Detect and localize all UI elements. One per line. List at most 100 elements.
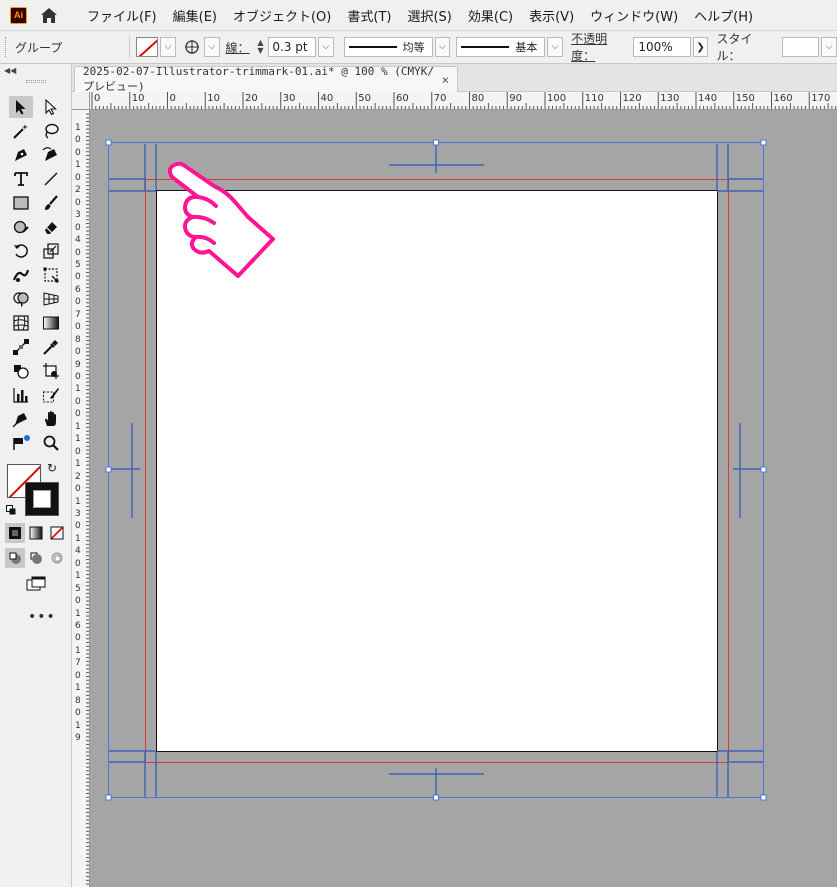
stroke-weight-spinner[interactable]: ▲ ▼ xyxy=(254,37,268,57)
menu-file[interactable]: ファイル(F) xyxy=(79,6,165,25)
collapse-panel-icon[interactable]: ◀◀ xyxy=(4,66,16,75)
ruler-h-label: 110 xyxy=(584,93,604,104)
stroke-weight-dropdown-icon[interactable]: ⌵ xyxy=(317,37,334,57)
brush-dropdown-icon[interactable]: ⌵ xyxy=(547,37,564,57)
perspective-grid-tool-icon[interactable] xyxy=(39,288,63,310)
draw-behind-icon[interactable] xyxy=(26,548,46,568)
slice-tool-icon[interactable] xyxy=(39,384,63,406)
vertical-ruler[interactable]: 1001020304050607080901001101201301401501… xyxy=(72,110,90,887)
opacity-label[interactable]: 不透明度： xyxy=(571,30,630,64)
menu-window[interactable]: ウィンドウ(W) xyxy=(582,6,686,25)
handle-top-right[interactable] xyxy=(760,139,767,146)
none-mode-icon[interactable] xyxy=(47,523,67,543)
control-bar-grip[interactable] xyxy=(5,37,9,57)
type-tool-icon[interactable] xyxy=(9,168,33,190)
rectangle-tool-icon[interactable] xyxy=(9,192,33,214)
variable-width-profile-select[interactable]: 均等 xyxy=(343,37,433,57)
shaper-tool-icon[interactable] xyxy=(9,216,33,238)
panel-grip[interactable] xyxy=(26,80,46,83)
ruler-v-label: 3 xyxy=(75,210,81,221)
line-segment-tool-icon[interactable] xyxy=(39,168,63,190)
fill-dropdown-icon[interactable]: ⌵ xyxy=(160,37,176,57)
zoom-tool-icon[interactable] xyxy=(39,432,63,454)
ruler-v-label: 5 xyxy=(75,259,81,270)
symbol-sprayer-tool-icon[interactable] xyxy=(9,432,33,454)
ruler-h-label: 70 xyxy=(433,93,447,104)
stroke-weight-input[interactable]: 0.3 pt xyxy=(268,37,316,57)
handle-middle-right[interactable] xyxy=(760,466,767,473)
profile-dropdown-icon[interactable]: ⌵ xyxy=(434,37,451,57)
edit-toolbar-icon[interactable]: ••• xyxy=(28,609,56,625)
ruler-v-label: 7 xyxy=(75,309,81,320)
default-colors-icon[interactable] xyxy=(6,504,16,515)
menu-edit[interactable]: 編集(E) xyxy=(165,6,225,25)
stroke-dropdown-icon[interactable]: ⌵ xyxy=(203,37,220,57)
brush-label: 基本 xyxy=(515,41,538,54)
handle-middle-left[interactable] xyxy=(105,466,112,473)
gradient-tool-icon[interactable] xyxy=(39,312,63,334)
artboard-tool-icon[interactable] xyxy=(39,360,63,382)
mesh-tool-icon[interactable] xyxy=(9,312,33,334)
shape-builder-tool-icon[interactable] xyxy=(9,288,33,310)
graphic-style-swatch[interactable] xyxy=(781,37,820,57)
horizontal-ruler[interactable]: 0 10 0 10 20 30 40 50 60 70 80 90 100 110 120 130 140 150… xyxy=(90,92,837,110)
menu-help[interactable]: ヘルプ(H) xyxy=(686,6,761,25)
handle-bottom-left[interactable] xyxy=(105,794,112,801)
live-paint-bucket-icon[interactable] xyxy=(9,360,33,382)
stroke-swatch-icon[interactable] xyxy=(182,37,202,57)
swap-fill-stroke-icon[interactable]: ↻ xyxy=(47,461,57,475)
puppet-warp-tool-icon[interactable] xyxy=(9,408,33,430)
hand-tool-icon[interactable] xyxy=(39,408,63,430)
canvas-area[interactable] xyxy=(90,110,837,887)
handle-top-center[interactable] xyxy=(433,139,439,146)
gradient-mode-icon[interactable] xyxy=(26,523,46,543)
paintbrush-tool-icon[interactable] xyxy=(39,192,63,214)
close-tab-icon[interactable]: × xyxy=(442,73,449,87)
menu-view[interactable]: 表示(V) xyxy=(521,6,582,25)
lasso-tool-icon[interactable] xyxy=(39,120,63,142)
ruler-h-label: 100 xyxy=(547,93,567,104)
ruler-v-label: 0 xyxy=(75,521,81,532)
graph-tool-icon[interactable] xyxy=(9,384,33,406)
menu-type[interactable]: 書式(T) xyxy=(339,6,399,25)
handle-bottom-center[interactable] xyxy=(433,794,439,801)
curvature-tool-icon[interactable] xyxy=(39,144,63,166)
scale-tool-icon[interactable] xyxy=(39,240,63,262)
color-mode-icon[interactable] xyxy=(5,523,25,543)
menu-object[interactable]: オブジェクト(O) xyxy=(225,6,339,25)
style-dropdown-icon[interactable]: ⌵ xyxy=(821,37,837,57)
profile-line-preview xyxy=(348,46,397,48)
pen-tool-icon[interactable] xyxy=(9,144,33,166)
ruler-origin[interactable] xyxy=(72,92,90,110)
ruler-h-label: 10 xyxy=(207,93,220,104)
ruler-v-label: 1 xyxy=(75,123,81,133)
draw-inside-icon[interactable] xyxy=(47,548,67,568)
magic-wand-tool-icon[interactable] xyxy=(9,120,33,142)
eyedropper-tool-icon[interactable] xyxy=(39,336,63,358)
handle-bottom-right[interactable] xyxy=(760,794,767,801)
eraser-tool-icon[interactable] xyxy=(39,216,63,238)
blend-tool-icon[interactable] xyxy=(9,336,33,358)
opacity-arrow-icon[interactable]: ❯ xyxy=(692,37,709,57)
document-tab[interactable]: 2025-02-07-Illustrator-trimmark-01.ai* @… xyxy=(74,65,458,93)
free-transform-tool-icon[interactable] xyxy=(39,264,63,286)
direct-selection-tool-icon[interactable] xyxy=(39,96,63,118)
stroke-label[interactable]: 線： xyxy=(226,39,250,56)
brush-definition-select[interactable]: 基本 xyxy=(456,37,546,57)
screen-mode-icon[interactable] xyxy=(24,573,48,595)
menu-effect[interactable]: 効果(C) xyxy=(460,6,521,25)
home-icon[interactable] xyxy=(39,5,59,25)
selection-tool-icon[interactable] xyxy=(9,96,33,118)
ruler-v-label: 1 xyxy=(75,533,81,544)
profile-label: 均等 xyxy=(402,41,425,54)
stroke-color-swatch[interactable] xyxy=(25,482,59,516)
ruler-v-label: 1 xyxy=(75,496,81,507)
menu-select[interactable]: 選択(S) xyxy=(399,6,459,25)
ruler-v-label: 0 xyxy=(75,347,81,358)
rotate-tool-icon[interactable] xyxy=(9,240,33,262)
handle-top-left[interactable] xyxy=(105,139,112,146)
opacity-input[interactable]: 100% xyxy=(633,37,691,57)
warp-tool-icon[interactable] xyxy=(9,264,33,286)
fill-swatch-none[interactable] xyxy=(136,37,159,57)
draw-normal-icon[interactable] xyxy=(5,548,25,568)
